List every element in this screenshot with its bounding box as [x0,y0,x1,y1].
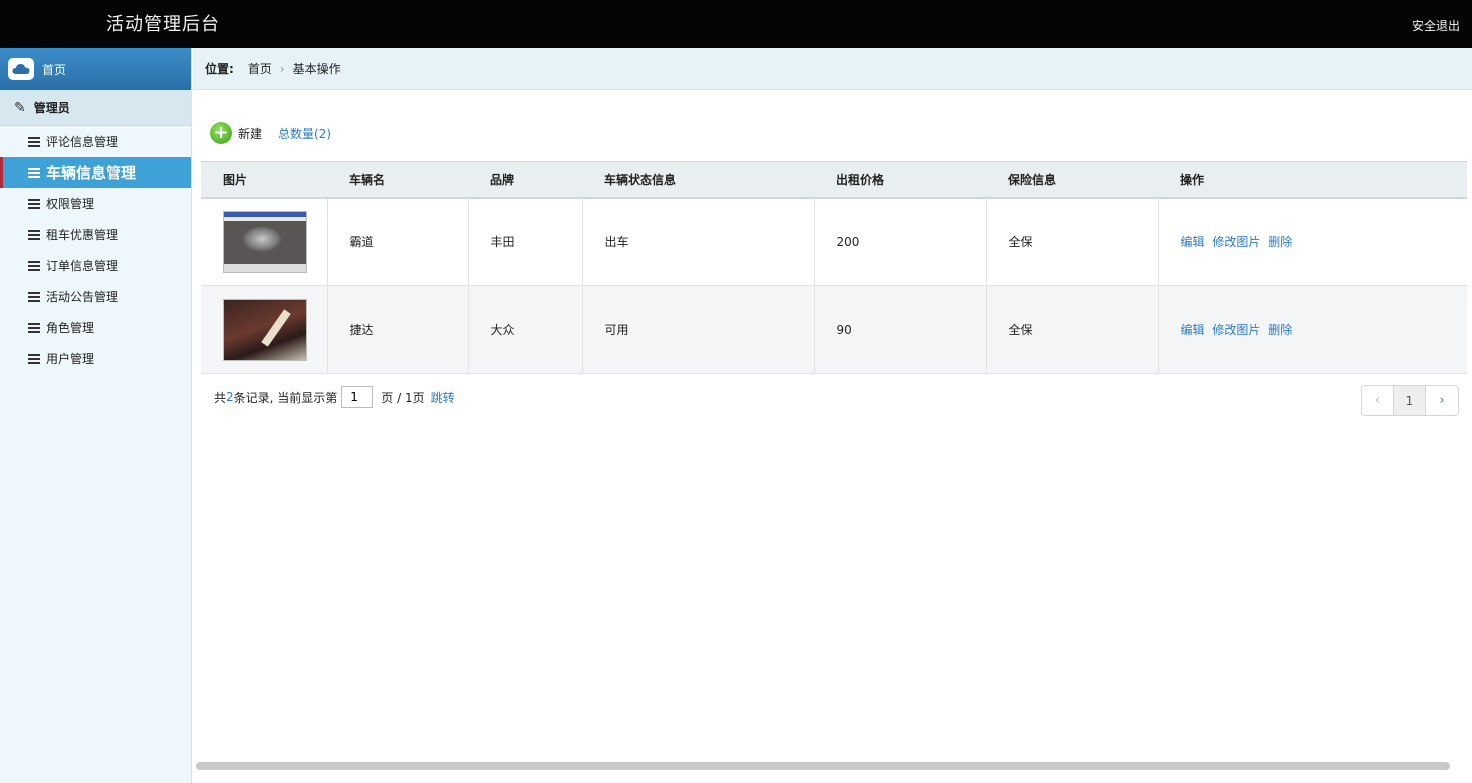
column-header: 车辆名 [327,161,468,199]
sidebar-item-vehicles[interactable]: 车辆信息管理 ☝ [0,157,191,188]
sidebar-item-label: 活动公告管理 [46,290,119,304]
image-cell [201,197,328,286]
price-cell: 90 [814,285,987,374]
breadcrumb-home[interactable]: 首页 [248,60,272,77]
edit-link[interactable]: 编辑 [1181,323,1205,337]
sidebar-home-label: 首页 [42,62,67,77]
logout-link[interactable]: 安全退出 [1412,17,1460,34]
brand-cell: 大众 [468,285,583,374]
status-cell: 可用 [582,285,815,374]
sidebar-item-permissions[interactable]: 权限管理 [0,188,191,219]
pager-info: 共2条记录, 当前显示第 页 / 1页 跳转 [214,385,455,409]
list-icon [28,229,40,240]
sidebar-home[interactable]: 首页 [0,48,191,90]
edit-image-link[interactable]: 修改图片 [1212,323,1260,337]
total-count-link[interactable]: 总数量(2) [278,125,331,142]
actions-cell: 编辑 修改图片 删除 [1158,197,1467,286]
sidebar-item-discounts[interactable]: 租车优惠管理 [0,219,191,250]
insurance-cell: 全保 [986,285,1159,374]
sidebar-item-label: 车辆信息管理 [46,164,137,182]
column-header: 出租价格 [814,161,986,199]
delete-link[interactable]: 删除 [1268,323,1292,337]
record-count: 2 [226,390,234,404]
edit-icon: ✎ [14,99,26,116]
sidebar-item-label: 租车优惠管理 [46,228,119,242]
edit-image-link[interactable]: 修改图片 [1212,235,1260,249]
name-cell: 捷达 [327,285,469,374]
vehicle-thumbnail[interactable] [223,210,307,273]
jump-link[interactable]: 跳转 [431,389,455,406]
list-icon [28,322,40,333]
vehicle-table: 图片 车辆名 品牌 车辆状态信息 出租价格 保险信息 操作 霸道 丰田 出车 2… [201,161,1467,374]
sidebar-item-comments[interactable]: 评论信息管理 [0,126,191,157]
sidebar: 首页 ✎ 管理员 评论信息管理 车辆信息管理 ☝ 权限管理 租车优惠管理 订单信息… [0,48,192,783]
sidebar-item-label: 订单信息管理 [46,259,119,273]
pager-suffix: 条记录, 当前显示第 [233,390,338,405]
app-title: 活动管理后台 [106,14,220,35]
sidebar-item-label: 角色管理 [46,321,95,335]
edit-link[interactable]: 编辑 [1181,235,1205,249]
breadcrumb-current: 基本操作 [292,62,341,76]
horizontal-scrollbar[interactable] [196,762,1450,770]
top-bar: 活动管理后台 安全退出 [0,0,1472,48]
list-icon [28,353,40,364]
prev-page-button[interactable]: ‹ [1362,386,1394,415]
actions-cell: 编辑 修改图片 删除 [1158,285,1467,374]
list-icon [28,260,40,271]
sidebar-group-admin[interactable]: ✎ 管理员 [0,90,191,126]
table-row: 捷达 大众 可用 90 全保 编辑 修改图片 删除 [201,285,1467,374]
column-header: 保险信息 [986,161,1158,199]
page-total-text: 页 / 1页 [381,390,425,405]
status-cell: 出车 [582,197,815,286]
column-header: 操作 [1158,161,1467,199]
page-number-input[interactable] [341,386,374,408]
sidebar-menu: 评论信息管理 车辆信息管理 ☝ 权限管理 租车优惠管理 订单信息管理 活动公告管理… [0,126,191,374]
breadcrumb: 位置: 首页 › 基本操作 [193,48,1472,90]
pager-prefix: 共 [214,390,227,405]
sidebar-item-label: 用户管理 [46,352,95,366]
sidebar-item-users[interactable]: 用户管理 [0,343,191,374]
column-header: 图片 [201,161,327,199]
table-header-row: 图片 车辆名 品牌 车辆状态信息 出租价格 保险信息 操作 [201,161,1467,199]
cloud-icon [8,58,34,80]
breadcrumb-label: 位置: [205,62,234,76]
breadcrumb-separator: › [279,61,285,76]
sidebar-group-label: 管理员 [33,101,70,115]
sidebar-item-roles[interactable]: 角色管理 [0,312,191,343]
new-button-label: 新建 [238,126,263,141]
column-header: 品牌 [468,161,582,199]
next-page-button[interactable]: › [1426,386,1458,415]
list-icon [28,291,40,302]
sidebar-item-label: 评论信息管理 [46,135,119,149]
plus-circle-icon: + [210,122,232,144]
delete-link[interactable]: 删除 [1268,235,1292,249]
image-cell [201,285,328,374]
list-icon [28,167,40,178]
new-button[interactable]: + 新建 [210,122,262,144]
sidebar-item-label: 权限管理 [46,197,95,211]
list-icon [28,198,40,209]
vehicle-thumbnail[interactable] [223,298,307,361]
brand-cell: 丰田 [468,197,583,286]
pagination: ‹ 1 › [1361,385,1459,416]
table-row: 霸道 丰田 出车 200 全保 编辑 修改图片 删除 [201,197,1467,286]
hand-cursor-icon: ☝ [106,163,116,182]
insurance-cell: 全保 [986,197,1159,286]
list-icon [28,136,40,147]
name-cell: 霸道 [327,197,469,286]
page-button-current[interactable]: 1 [1394,386,1426,415]
price-cell: 200 [814,197,987,286]
sidebar-item-announcements[interactable]: 活动公告管理 [0,281,191,312]
column-header: 车辆状态信息 [582,161,814,199]
sidebar-item-orders[interactable]: 订单信息管理 [0,250,191,281]
toolbar: + 新建 总数量(2) [210,120,331,146]
